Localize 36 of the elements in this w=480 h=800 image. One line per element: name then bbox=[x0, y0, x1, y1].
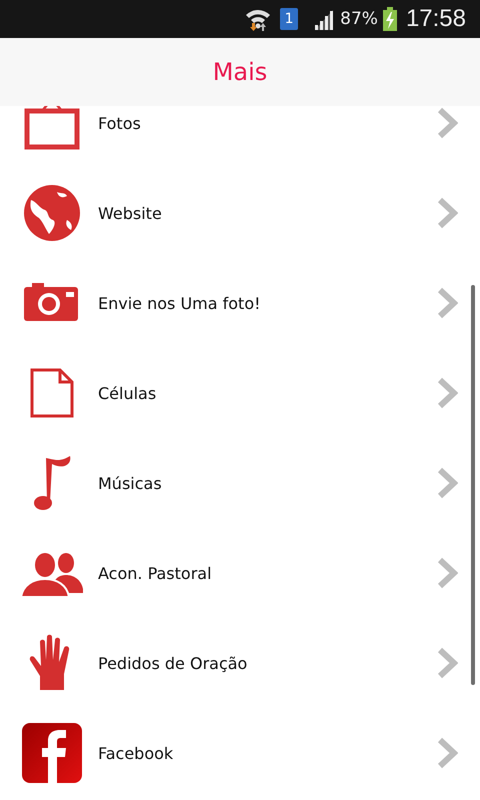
menu-item[interactable]: Acon. Pastoral bbox=[0, 528, 480, 618]
scrollbar[interactable] bbox=[471, 285, 475, 685]
menu-item[interactable]: Envie nos Uma foto! bbox=[0, 258, 480, 348]
chevron-right-icon bbox=[436, 107, 458, 139]
chevron-right-icon bbox=[436, 467, 458, 499]
battery-charging-icon bbox=[382, 7, 397, 31]
signal-icon bbox=[313, 8, 336, 30]
chevron-right-icon bbox=[436, 287, 458, 319]
document-icon bbox=[30, 368, 74, 418]
chevron-right-icon bbox=[436, 647, 458, 679]
clock-time: 17:58 bbox=[406, 5, 466, 33]
camera-icon bbox=[24, 283, 80, 323]
wifi-icon bbox=[245, 7, 272, 31]
menu-item-label: Fotos bbox=[98, 114, 142, 132]
menu-item-label: Website bbox=[98, 204, 163, 222]
menu-item[interactable]: Facebook bbox=[0, 708, 480, 798]
sim-indicator: 1 bbox=[280, 8, 298, 30]
menu-item[interactable]: Fotos bbox=[0, 106, 480, 168]
menu-item-label: Células bbox=[98, 384, 158, 402]
menu-item-label: Facebook bbox=[98, 744, 174, 762]
menu-item-label: Acon. Pastoral bbox=[98, 564, 213, 582]
globe-icon bbox=[23, 184, 81, 242]
menu-item[interactable]: Website bbox=[0, 168, 480, 258]
menu-item[interactable]: Músicas bbox=[0, 438, 480, 528]
facebook-icon bbox=[22, 723, 82, 783]
menu-item[interactable]: Pedidos de Oração bbox=[0, 618, 480, 708]
menu-item-label: Envie nos Uma foto! bbox=[98, 294, 262, 312]
page-title: Mais bbox=[212, 58, 268, 86]
chevron-right-icon bbox=[436, 197, 458, 229]
menu-item[interactable]: Células bbox=[0, 348, 480, 438]
menu-item-label: Músicas bbox=[98, 474, 163, 492]
chevron-right-icon bbox=[436, 737, 458, 769]
menu-item-label: Pedidos de Oração bbox=[98, 654, 248, 672]
chevron-right-icon bbox=[436, 377, 458, 409]
battery-percentage: 87% bbox=[340, 9, 378, 29]
chevron-right-icon bbox=[436, 557, 458, 589]
